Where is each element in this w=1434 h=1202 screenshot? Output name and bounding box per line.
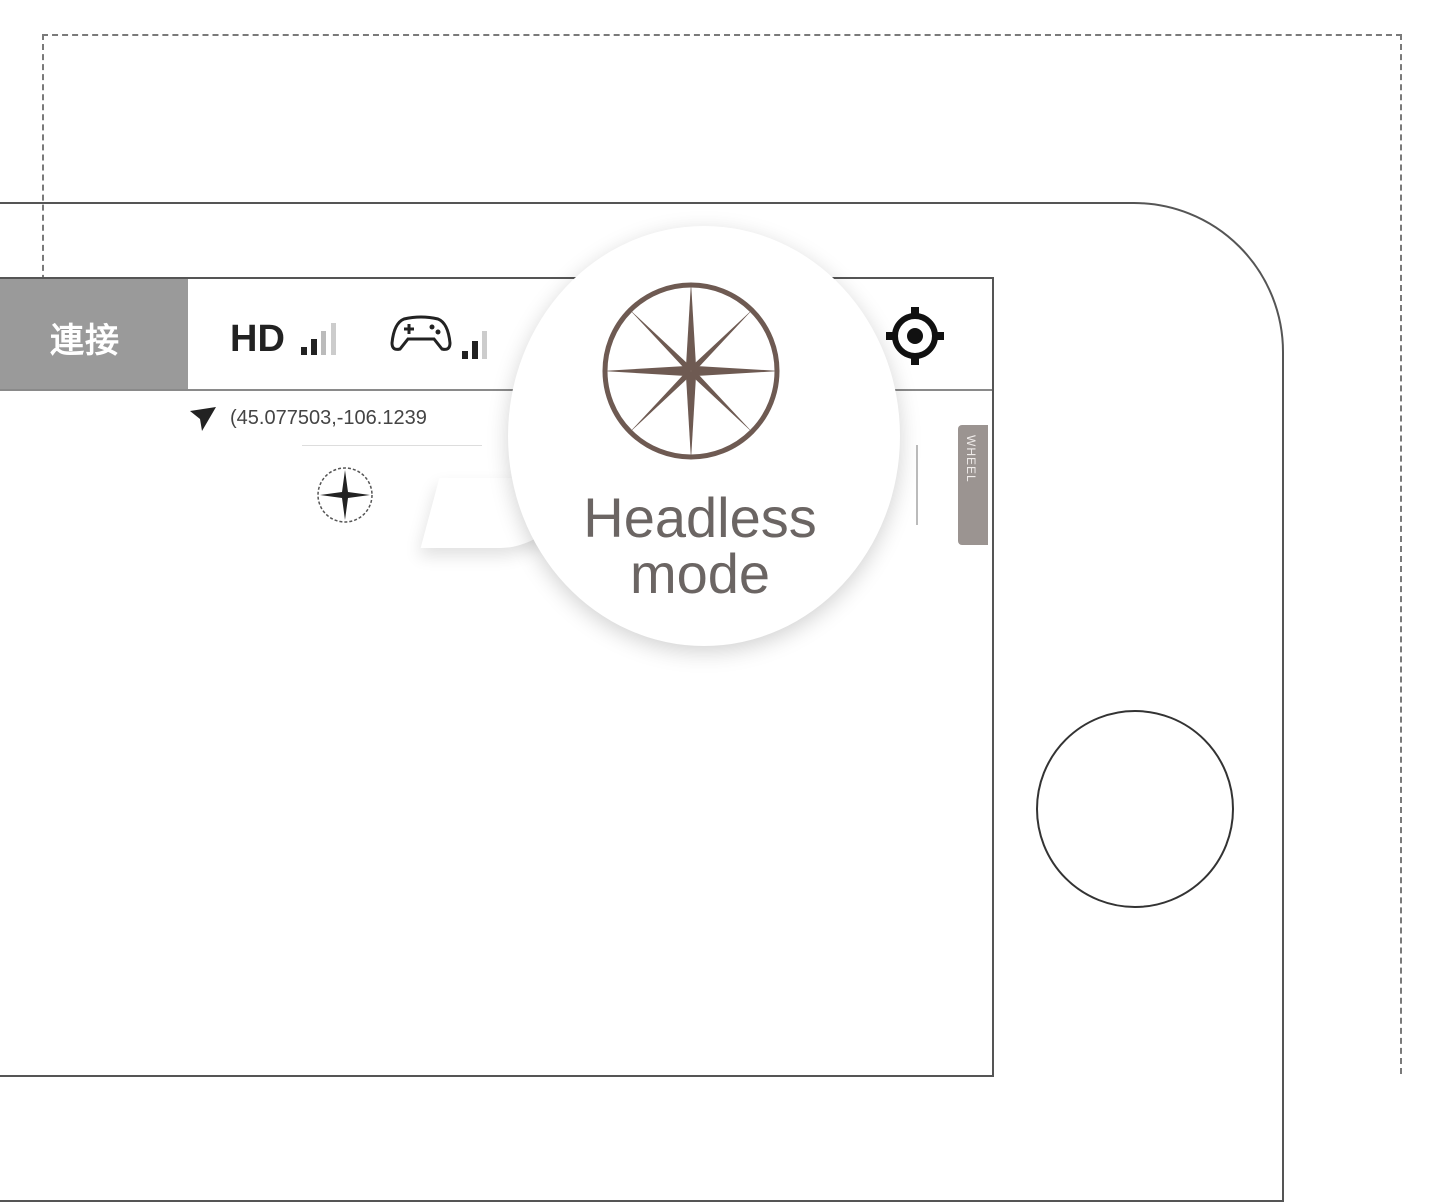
coordinates-text: (45.077503,-106.1239 <box>230 407 427 429</box>
home-button[interactable] <box>1036 710 1234 908</box>
gear-icon[interactable] <box>884 305 946 367</box>
side-tab-label: WHEEL <box>964 435 978 483</box>
controller-signal-bars-icon <box>462 331 487 359</box>
headless-label-line1: Headless <box>583 486 817 549</box>
headless-label-line2: mode <box>629 542 771 605</box>
video-quality-indicator: HD <box>230 317 347 361</box>
panel-edge <box>916 445 918 525</box>
video-quality-label: HD <box>230 318 285 360</box>
signal-bars-icon <box>301 323 337 355</box>
navigation-arrow-icon <box>190 407 216 431</box>
headless-mode-button-icon[interactable] <box>314 464 376 526</box>
compass-rose-icon <box>602 282 780 460</box>
headless-mode-label: Headless mode <box>540 490 860 602</box>
side-tab[interactable]: WHEEL <box>958 425 988 545</box>
gamepad-icon <box>390 315 452 351</box>
connect-button[interactable]: 連接 <box>0 279 188 389</box>
divider <box>302 445 482 446</box>
connect-label: 連接 <box>50 322 120 360</box>
